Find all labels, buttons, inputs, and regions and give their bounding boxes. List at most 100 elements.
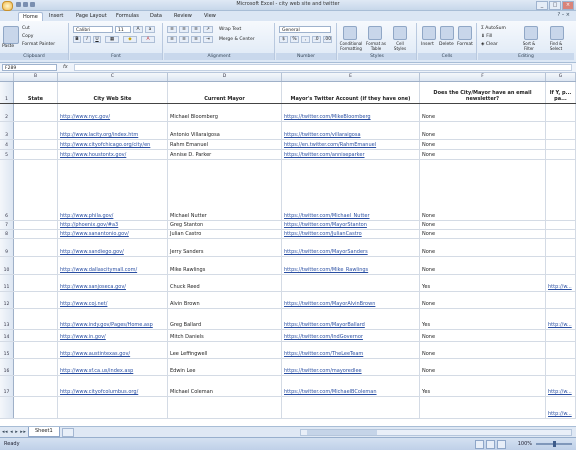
- cell-state[interactable]: [14, 150, 58, 159]
- select-all-corner[interactable]: [0, 73, 14, 81]
- align-middle-icon[interactable]: ≡: [179, 26, 189, 33]
- cell-mayor[interactable]: Greg Ballard: [168, 309, 282, 329]
- orientation-icon[interactable]: ↗: [203, 26, 213, 33]
- decrease-decimal-icon[interactable]: .00: [323, 36, 332, 43]
- copy-button[interactable]: Copy: [22, 34, 33, 39]
- row-header[interactable]: 6: [0, 160, 14, 220]
- cell-website[interactable]: http://www.coj.net/: [58, 292, 168, 308]
- fx-icon[interactable]: fx: [63, 64, 68, 70]
- cell-website[interactable]: http://www.sf.ca.us/index.asp: [58, 359, 168, 375]
- cell-newsletter[interactable]: Yes: [420, 275, 546, 291]
- tab-page-layout[interactable]: Page Layout: [72, 12, 111, 21]
- insert-cells-icon[interactable]: [422, 26, 436, 40]
- fill-color-icon[interactable]: ◆: [123, 36, 137, 43]
- formula-input[interactable]: [74, 64, 572, 71]
- paste-button[interactable]: Paste: [2, 44, 14, 49]
- cell-twitter[interactable]: [282, 397, 420, 418]
- cell-twitter[interactable]: https://twitter.com/MayorSanders: [282, 239, 420, 256]
- cell-mayor[interactable]: Greg Stanton: [168, 221, 282, 229]
- cut-button[interactable]: Cut: [22, 26, 30, 31]
- cell-newsletter[interactable]: None: [420, 292, 546, 308]
- font-color-icon[interactable]: A: [141, 36, 155, 43]
- tab-data[interactable]: Data: [146, 12, 166, 21]
- insert-sheet-button[interactable]: [62, 428, 74, 437]
- cell-website[interactable]: http://www.austintexas.gov/: [58, 342, 168, 358]
- cell-extra[interactable]: [546, 221, 576, 229]
- cell-state[interactable]: [14, 309, 58, 329]
- cell-mayor[interactable]: Antonio Villaraigosa: [168, 122, 282, 139]
- cell-extra[interactable]: http://w...: [546, 376, 576, 396]
- cell-twitter[interactable]: [282, 275, 420, 291]
- borders-icon[interactable]: ▦: [105, 36, 119, 43]
- align-center-icon[interactable]: ≡: [179, 36, 189, 43]
- align-right-icon[interactable]: ≡: [191, 36, 201, 43]
- cell-mayor[interactable]: Michael Coleman: [168, 376, 282, 396]
- cell-extra[interactable]: [546, 150, 576, 159]
- tab-view[interactable]: View: [200, 12, 220, 21]
- cell-twitter[interactable]: https://twitter.com/TheLeeTeam: [282, 342, 420, 358]
- cell-state[interactable]: [14, 104, 58, 121]
- cell-newsletter[interactable]: Yes: [420, 376, 546, 396]
- cell-twitter[interactable]: https://twitter.com/mayoredlee: [282, 359, 420, 375]
- cell-newsletter[interactable]: None: [420, 239, 546, 256]
- help-icon[interactable]: ? – ×: [557, 12, 570, 18]
- maximize-button[interactable]: □: [549, 1, 561, 10]
- cell-extra[interactable]: [546, 342, 576, 358]
- row-header[interactable]: 16: [0, 359, 14, 375]
- header-cell-newsletter[interactable]: Does the City/Mayor have an email newsle…: [420, 82, 546, 103]
- column-header-f[interactable]: F: [420, 73, 546, 81]
- cell-website[interactable]: http://www.nyc.gov/: [58, 104, 168, 121]
- conditional-formatting-button[interactable]: Conditional Formatting: [339, 41, 363, 51]
- sheet-tab-sheet1[interactable]: Sheet1: [28, 427, 60, 437]
- cell-styles-button[interactable]: Cell Styles: [390, 41, 410, 51]
- cell-website[interactable]: http://www.lacity.org/index.htm: [58, 122, 168, 139]
- cell-newsletter[interactable]: None: [420, 257, 546, 274]
- row-header[interactable]: 7: [0, 221, 14, 229]
- comma-icon[interactable]: ,: [301, 36, 310, 43]
- wrap-text-button[interactable]: Wrap Text: [219, 27, 241, 32]
- merge-center-button[interactable]: Merge & Center: [219, 37, 255, 42]
- cell-extra[interactable]: [546, 140, 576, 149]
- cell-website[interactable]: http://www.in.gov/: [58, 330, 168, 341]
- row-header[interactable]: 14: [0, 330, 14, 341]
- underline-icon[interactable]: U: [93, 36, 101, 43]
- grow-font-icon[interactable]: A: [133, 26, 143, 33]
- insert-button[interactable]: Insert: [421, 42, 434, 47]
- row-header[interactable]: 2: [0, 104, 14, 121]
- cell-extra[interactable]: [546, 292, 576, 308]
- cell-newsletter[interactable]: None: [420, 160, 546, 220]
- row-header[interactable]: 5: [0, 150, 14, 159]
- cell-extra[interactable]: [546, 257, 576, 274]
- cell-newsletter[interactable]: None: [420, 104, 546, 121]
- sheet-nav-arrows[interactable]: ◂◂ ◂ ▸ ▸▸: [2, 429, 26, 435]
- cell-mayor[interactable]: Michael Bloomberg: [168, 104, 282, 121]
- minimize-button[interactable]: _: [536, 1, 548, 10]
- cell-newsletter[interactable]: None: [420, 230, 546, 238]
- cell-twitter[interactable]: https://twitter.com/Mike_Rawlings: [282, 257, 420, 274]
- cell-twitter[interactable]: https://en.twitter.com/RahmEmanuel: [282, 140, 420, 149]
- cell-newsletter[interactable]: None: [420, 330, 546, 341]
- cell-extra[interactable]: [546, 160, 576, 220]
- row-header[interactable]: [0, 397, 14, 418]
- conditional-formatting-icon[interactable]: [343, 26, 357, 40]
- cell-twitter[interactable]: https://twitter.com/villaraigosa: [282, 122, 420, 139]
- cell-twitter[interactable]: https://twitter.com/MayorAlvinBrown: [282, 292, 420, 308]
- header-cell-twitter[interactable]: Mayor's Twitter Account (if they have on…: [282, 82, 420, 103]
- cell-extra[interactable]: [546, 230, 576, 238]
- percent-icon[interactable]: %: [290, 36, 299, 43]
- indent-icon[interactable]: ⇥: [203, 36, 213, 43]
- cell-newsletter[interactable]: None: [420, 342, 546, 358]
- cell-website[interactable]: http://www.dallascitymall.com/: [58, 257, 168, 274]
- format-table-icon[interactable]: [368, 26, 382, 40]
- row-header[interactable]: 1: [0, 82, 14, 103]
- tab-insert[interactable]: Insert: [45, 12, 67, 21]
- page-break-view-button[interactable]: [497, 440, 506, 449]
- cell-mayor[interactable]: Rahm Emanuel: [168, 140, 282, 149]
- cell-extra[interactable]: http://w...: [546, 309, 576, 329]
- cell-twitter[interactable]: https://twitter.com/JulianCastro: [282, 230, 420, 238]
- increase-decimal-icon[interactable]: .0: [312, 36, 321, 43]
- cell-website[interactable]: http://www.phila.gov/: [58, 160, 168, 220]
- delete-button[interactable]: Delete: [439, 42, 454, 47]
- cell-website[interactable]: http://www.sanjoseca.gov/: [58, 275, 168, 291]
- cell-twitter[interactable]: https://twitter.com/MichaelBColeman: [282, 376, 420, 396]
